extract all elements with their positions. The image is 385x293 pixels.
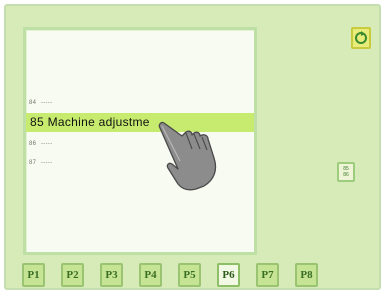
panel-screen: 84 ----- 85 Machine adjustme 86 ----- 87 --… (4, 4, 381, 290)
rotate-button[interactable] (351, 27, 371, 49)
tab-p1[interactable]: P1 (22, 263, 45, 287)
tab-p4[interactable]: P4 (139, 263, 162, 287)
list-item-label: ----- (41, 160, 53, 166)
hand-pointer-icon (158, 121, 217, 191)
tab-p8[interactable]: P8 (295, 263, 318, 287)
list-item-label: ----- (41, 141, 53, 147)
list-item-number: 85 (30, 115, 44, 129)
list-item-84[interactable]: 84 ----- (29, 94, 53, 113)
list-item-number: 84 (29, 100, 37, 106)
list-item-label: Machine adjustme (47, 115, 150, 129)
rotate-icon (355, 31, 367, 44)
tab-p7[interactable]: P7 (256, 263, 279, 287)
list-item-86[interactable]: 86 ----- (29, 135, 53, 154)
tab-p5[interactable]: P5 (178, 263, 201, 287)
tab-p6[interactable]: P6 (217, 263, 240, 287)
tab-p3[interactable]: P3 (100, 263, 123, 287)
list-item-number: 86 (29, 141, 37, 147)
list-item-label: ----- (41, 100, 53, 106)
page-tabs: P1 P2 P3 P4 P5 P6 P7 P8 (22, 263, 322, 289)
page-jump-bottom: 86 (343, 172, 349, 178)
page-jump-button[interactable]: 85 86 (337, 162, 355, 182)
tab-p2[interactable]: P2 (61, 263, 84, 287)
list-item-87[interactable]: 87 ----- (29, 154, 53, 173)
list-item-number: 87 (29, 160, 37, 166)
